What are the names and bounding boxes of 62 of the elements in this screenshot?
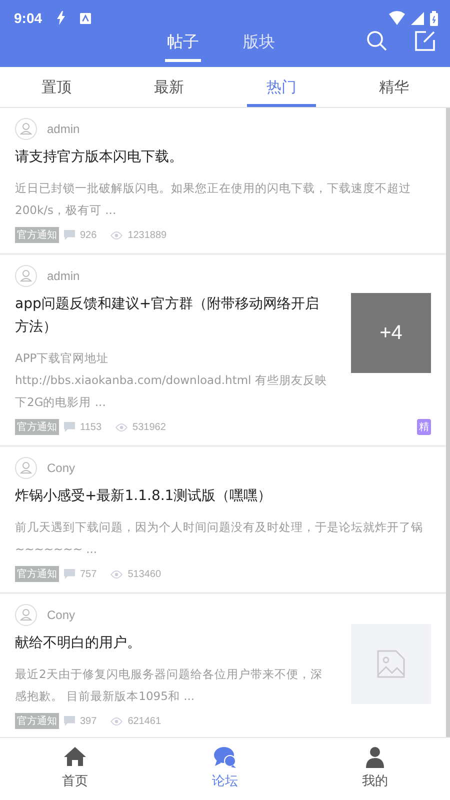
battery-icon: [430, 10, 438, 26]
featured-badge: 精: [417, 419, 431, 435]
eye-icon: [110, 570, 123, 578]
comment-count: 757: [80, 568, 97, 580]
comment-icon: [64, 716, 75, 726]
category-tag: 官方通知: [15, 227, 59, 243]
view-count: 513460: [128, 568, 162, 580]
post-excerpt: 近日已封锁一批破解版闪电。如果您正在使用的闪电下载，下载速度不超过200k/s，极有可 ...: [15, 180, 412, 219]
post-card[interactable]: admin 请支持官方版本闪电下载。 近日已封锁一批破解版闪电。如果您正在使用的闪电下载，下载速度不超过200k/s，极有可 ... 官方通知 926 1231889: [0, 108, 446, 253]
comment-icon: [64, 230, 75, 240]
avatar-icon: [15, 265, 37, 287]
post-title: 请支持官方版本闪电下载。: [15, 148, 184, 167]
image-thumbnail[interactable]: +4: [351, 293, 431, 373]
post-title: 献给不明白的用户。: [15, 634, 142, 653]
view-count: 531962: [132, 422, 166, 432]
post-title: app问题反馈和建议+官方群（附带移动网络开启方法）: [15, 295, 320, 337]
comment-count: 1153: [80, 422, 102, 432]
post-card[interactable]: admin app问题反馈和建议+官方群（附带移动网络开启方法） APP下载官网地址 http://bbs.xiaokanba.com/download.html 有些朋友反映下2G的电影用 ... +4 官方通知 1153 531962 精: [0, 255, 446, 445]
filter-tab[interactable]: 精华: [360, 67, 428, 107]
wifi-icon: [389, 11, 405, 25]
notification-icon: [80, 12, 92, 24]
eye-icon: [114, 422, 128, 432]
post-excerpt: 前几天遇到下载问题，因为个人时间问题没有及时处理，于是论坛就炸开了锅~~~~~~~ ...: [15, 519, 424, 558]
person-icon: [364, 746, 386, 768]
filter-tab[interactable]: 置顶: [22, 67, 90, 107]
header-tab[interactable]: 帖子: [165, 32, 201, 62]
search-icon: [366, 30, 388, 52]
image-count: +4: [380, 322, 402, 344]
post-excerpt: APP下载官网地址 http://bbs.xiaokanba.com/download.html 有些朋友反映下2G的电影用 ...: [15, 350, 328, 411]
chat-bubbles-icon: [214, 746, 236, 768]
category-tag: 官方通知: [15, 419, 59, 435]
author-name: admin: [47, 269, 80, 283]
view-count: 621461: [128, 716, 162, 726]
post-excerpt: 最近2天由于修复闪电服务器问题给各位用户带来不便，深感抱歉。 目前最新版本1095和 ...: [15, 666, 324, 705]
filter-tab[interactable]: 最新: [134, 67, 203, 107]
avatar-icon: [15, 118, 37, 140]
author-name: Cony: [47, 608, 76, 622]
view-count: 1231889: [128, 230, 167, 240]
post-card[interactable]: Cony 献给不明白的用户。 最近2天由于修复闪电服务器问题给各位用户带来不便，深感抱歉。 目前最新版本1095和 ... 官方通知 397 621461: [0, 594, 446, 737]
avatar-icon: [15, 604, 37, 626]
image-icon: [376, 649, 406, 679]
avatar-icon: [15, 457, 37, 479]
eye-icon: [110, 230, 123, 240]
author-name: admin: [47, 122, 80, 136]
bolt-icon: [56, 11, 66, 25]
home-icon: [64, 746, 86, 768]
eye-icon: [110, 716, 123, 726]
status-time: 9:04: [14, 10, 42, 26]
comment-icon: [64, 569, 75, 579]
post-title: 炸锅小感受+最新1.1.8.1测试版（嘿嘿）: [15, 487, 273, 506]
nav-item[interactable]: 首页: [0, 738, 150, 800]
nav-item[interactable]: 我的: [300, 738, 450, 800]
signal-icon: [411, 12, 424, 24]
comment-icon: [64, 422, 75, 432]
comment-count: 397: [80, 716, 97, 726]
edit-icon: [414, 30, 436, 52]
post-card[interactable]: Cony 炸锅小感受+最新1.1.8.1测试版（嘿嘿） 前几天遇到下载问题，因为个人时间问题没有及时处理，于是论坛就炸开了锅~~~~~~~ ... 官方通知 757 513460: [0, 447, 446, 592]
nav-item[interactable]: 论坛: [150, 738, 300, 800]
category-tag: 官方通知: [15, 713, 59, 729]
category-tag: 官方通知: [15, 566, 59, 582]
author-name: Cony: [47, 461, 76, 475]
comment-count: 926: [80, 230, 97, 240]
